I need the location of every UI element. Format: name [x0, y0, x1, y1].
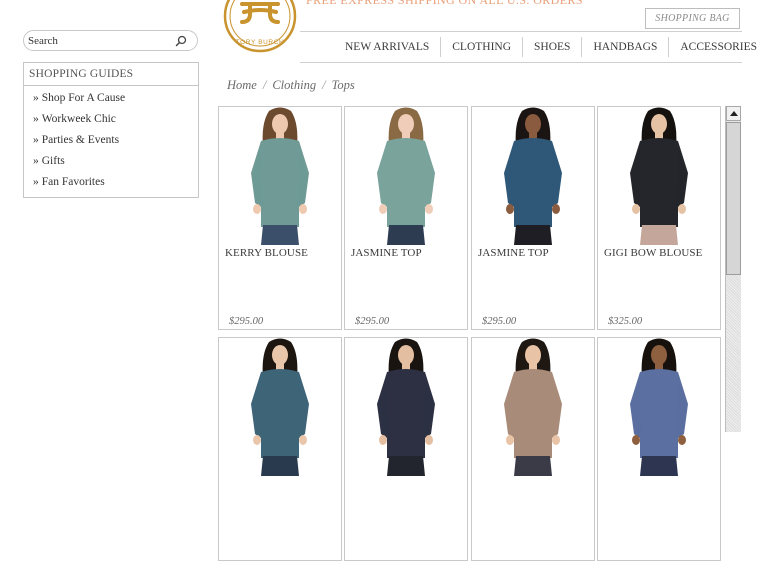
product-name[interactable]: JASMINE TOP	[351, 247, 422, 259]
search-icon[interactable]	[175, 35, 187, 47]
product-card[interactable]: JASMINE TOP $295.00	[344, 106, 468, 330]
guide-fan-favorites[interactable]: » Fan Favorites	[33, 175, 125, 196]
product-image[interactable]	[219, 338, 341, 476]
bullet-icon: »	[33, 176, 39, 188]
product-card[interactable]	[597, 337, 721, 561]
breadcrumb-clothing[interactable]: Clothing	[272, 78, 316, 92]
product-image[interactable]	[345, 107, 467, 245]
guide-gifts[interactable]: » Gifts	[33, 154, 125, 175]
shopping-guides-title: SHOPPING GUIDES	[24, 63, 198, 86]
product-image[interactable]	[472, 107, 594, 245]
product-card[interactable]	[218, 337, 342, 561]
brand-name: TORY BURCH	[235, 39, 285, 46]
guide-label: Shop For A Cause	[41, 92, 126, 104]
guide-shop-for-a-cause[interactable]: » Shop For A Cause	[33, 91, 125, 112]
breadcrumb-separator: /	[322, 78, 326, 92]
product-name[interactable]: KERRY BLOUSE	[225, 247, 308, 259]
product-image[interactable]	[219, 107, 341, 245]
guide-label: Gifts	[41, 155, 65, 167]
product-image[interactable]	[598, 338, 720, 476]
scrollbar[interactable]	[725, 106, 741, 432]
guide-parties-events[interactable]: » Parties & Events	[33, 133, 125, 154]
bullet-icon: »	[33, 92, 39, 104]
nav-new-arrivals[interactable]: NEW ARRIVALS	[334, 37, 442, 57]
nav-shoes[interactable]: SHOES	[523, 37, 583, 57]
product-price: $295.00	[482, 316, 517, 327]
guide-workweek-chic[interactable]: » Workweek Chic	[33, 112, 125, 133]
product-price: $295.00	[355, 316, 390, 327]
product-image[interactable]	[472, 338, 594, 476]
shopping-bag-button[interactable]: SHOPPING BAG	[645, 8, 740, 29]
nav-accessories[interactable]: ACCESSORIES	[669, 37, 757, 57]
bullet-icon: »	[33, 155, 39, 167]
main-nav: NEW ARRIVALS CLOTHING SHOES HANDBAGS ACC…	[334, 36, 757, 58]
bullet-icon: »	[33, 134, 39, 146]
product-name[interactable]: JASMINE TOP	[478, 247, 549, 259]
breadcrumb-separator: /	[262, 78, 267, 92]
guide-label: Fan Favorites	[41, 176, 105, 188]
product-card[interactable]	[344, 337, 468, 561]
nav-clothing[interactable]: CLOTHING	[441, 37, 524, 57]
product-card[interactable]: JASMINE TOP $295.00	[471, 106, 595, 330]
search-box	[23, 30, 198, 51]
product-card[interactable]: KERRY BLOUSE $295.00	[218, 106, 342, 330]
bullet-icon: »	[33, 113, 39, 125]
nav-divider-bottom	[300, 62, 742, 63]
product-image[interactable]	[345, 338, 467, 476]
product-name[interactable]: GIGI BOW BLOUSE	[604, 247, 702, 259]
breadcrumb-tops: Tops	[331, 78, 355, 92]
breadcrumb-home[interactable]: Home	[227, 78, 257, 92]
scroll-thumb[interactable]	[726, 122, 741, 275]
shopping-guides-panel: SHOPPING GUIDES » Shop For A Cause » Workw…	[23, 62, 199, 198]
guide-label: Workweek Chic	[41, 113, 116, 125]
product-card[interactable]	[471, 337, 595, 561]
guide-label: Parties & Events	[41, 134, 120, 146]
breadcrumb: Home / Clothing / Tops	[227, 78, 355, 93]
product-image[interactable]	[598, 107, 720, 245]
scroll-up-arrow[interactable]	[726, 106, 741, 121]
product-card[interactable]: GIGI BOW BLOUSE $325.00	[597, 106, 721, 330]
product-price: $325.00	[608, 316, 643, 327]
promo-banner[interactable]: FREE EXPRESS SHIPPING ON ALL U.S. ORDERS	[306, 0, 583, 8]
search-input[interactable]	[28, 33, 168, 48]
product-grid: KERRY BLOUSE $295.00 JASMINE TOP $295.00 JAS…	[218, 106, 724, 561]
nav-divider-top	[300, 31, 742, 32]
product-price: $295.00	[229, 316, 264, 327]
shopping-guides-list: » Shop For A Cause » Workweek Chic » Partie…	[33, 91, 125, 196]
nav-handbags[interactable]: HANDBAGS	[582, 37, 670, 57]
